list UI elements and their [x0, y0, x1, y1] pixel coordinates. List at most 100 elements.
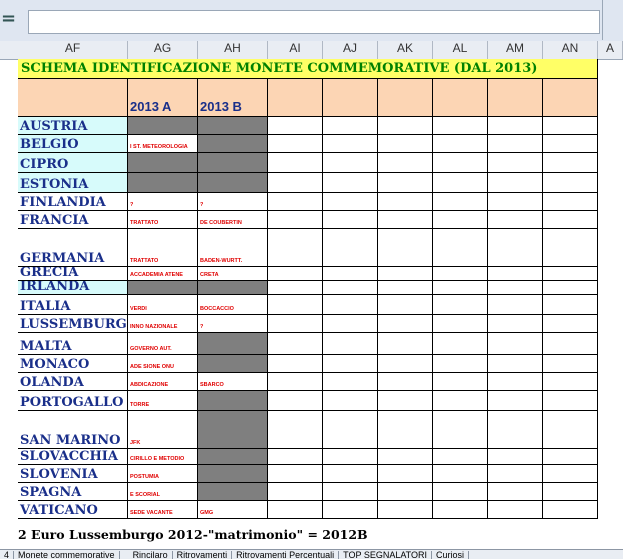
empty-cell[interactable]	[378, 135, 433, 153]
coin-b-cell[interactable]	[198, 135, 268, 153]
coin-a-cell[interactable]: ACCADEMIA ATENE	[128, 267, 198, 281]
empty-cell[interactable]	[323, 135, 378, 153]
empty-cell[interactable]	[378, 465, 433, 483]
country-cell[interactable]: AUSTRIA	[18, 117, 128, 135]
empty-cell[interactable]	[543, 373, 598, 391]
empty-cell[interactable]	[378, 117, 433, 135]
country-cell[interactable]: BELGIO	[18, 135, 128, 153]
empty-cell[interactable]	[488, 153, 543, 173]
header-empty-cell[interactable]	[433, 79, 488, 117]
empty-cell[interactable]	[543, 411, 598, 449]
empty-cell[interactable]	[543, 211, 598, 229]
empty-cell[interactable]	[433, 355, 488, 373]
empty-cell[interactable]	[378, 501, 433, 519]
country-cell[interactable]: CIPRO	[18, 153, 128, 173]
empty-cell[interactable]	[433, 135, 488, 153]
empty-cell[interactable]	[323, 355, 378, 373]
empty-cell[interactable]	[488, 281, 543, 295]
coin-b-cell[interactable]: BOCCACCIO	[198, 295, 268, 315]
column-header-ak[interactable]: AK	[378, 41, 433, 59]
header-empty-cell[interactable]	[268, 79, 323, 117]
empty-cell[interactable]	[488, 229, 543, 267]
empty-cell[interactable]	[268, 333, 323, 355]
coin-a-cell[interactable]	[128, 117, 198, 135]
empty-cell[interactable]	[268, 117, 323, 135]
empty-cell[interactable]	[433, 267, 488, 281]
coin-a-cell[interactable]	[128, 281, 198, 295]
country-cell[interactable]: MONACO	[18, 355, 128, 373]
sheet-title[interactable]: SCHEMA IDENTIFICAZIONE MONETE COMMEMORAT…	[18, 59, 598, 79]
country-cell[interactable]: SPAGNA	[18, 483, 128, 501]
country-cell[interactable]: GRECIA	[18, 267, 128, 281]
empty-cell[interactable]	[323, 173, 378, 193]
coin-a-cell[interactable]: INNO NAZIONALE	[128, 315, 198, 333]
column-header-af[interactable]: AF	[18, 41, 128, 59]
empty-cell[interactable]	[378, 355, 433, 373]
empty-cell[interactable]	[323, 411, 378, 449]
coin-b-cell[interactable]	[198, 153, 268, 173]
coin-b-cell[interactable]: CRETA	[198, 267, 268, 281]
empty-cell[interactable]	[543, 153, 598, 173]
empty-cell[interactable]	[543, 135, 598, 153]
coin-b-cell[interactable]: GMG	[198, 501, 268, 519]
empty-cell[interactable]	[433, 373, 488, 391]
empty-cell[interactable]	[378, 173, 433, 193]
empty-cell[interactable]	[323, 267, 378, 281]
empty-cell[interactable]	[378, 281, 433, 295]
column-header-am[interactable]: AM	[488, 41, 543, 59]
empty-cell[interactable]	[268, 449, 323, 465]
header-empty-cell[interactable]	[488, 79, 543, 117]
country-cell[interactable]: FRANCIA	[18, 211, 128, 229]
empty-cell[interactable]	[543, 315, 598, 333]
coin-b-cell[interactable]: DE COUBERTIN	[198, 211, 268, 229]
empty-cell[interactable]	[433, 391, 488, 411]
empty-cell[interactable]	[543, 333, 598, 355]
empty-cell[interactable]	[543, 449, 598, 465]
empty-cell[interactable]	[323, 315, 378, 333]
empty-cell[interactable]	[323, 483, 378, 501]
empty-cell[interactable]	[268, 281, 323, 295]
empty-cell[interactable]	[488, 193, 543, 211]
coin-a-cell[interactable]	[128, 173, 198, 193]
empty-cell[interactable]	[268, 153, 323, 173]
empty-cell[interactable]	[323, 465, 378, 483]
country-cell[interactable]: PORTOGALLO	[18, 391, 128, 411]
coin-b-cell[interactable]	[198, 355, 268, 373]
empty-cell[interactable]	[378, 153, 433, 173]
empty-cell[interactable]	[488, 501, 543, 519]
coin-b-cell[interactable]	[198, 281, 268, 295]
empty-cell[interactable]	[323, 211, 378, 229]
empty-cell[interactable]	[543, 229, 598, 267]
empty-cell[interactable]	[378, 333, 433, 355]
empty-cell[interactable]	[433, 117, 488, 135]
country-cell[interactable]: SLOVENIA	[18, 465, 128, 483]
empty-cell[interactable]	[488, 267, 543, 281]
coin-a-cell[interactable]: GOVERNO AUT.	[128, 333, 198, 355]
empty-cell[interactable]	[268, 501, 323, 519]
empty-cell[interactable]	[433, 229, 488, 267]
empty-cell[interactable]	[378, 483, 433, 501]
coin-b-cell[interactable]	[198, 449, 268, 465]
empty-cell[interactable]	[268, 483, 323, 501]
empty-cell[interactable]	[378, 211, 433, 229]
empty-cell[interactable]	[488, 117, 543, 135]
column-header-ah[interactable]: AH	[198, 41, 268, 59]
country-cell[interactable]: MALTA	[18, 333, 128, 355]
country-cell[interactable]: VATICANO	[18, 501, 128, 519]
coin-b-cell[interactable]	[198, 173, 268, 193]
empty-cell[interactable]	[323, 229, 378, 267]
empty-cell[interactable]	[433, 449, 488, 465]
empty-cell[interactable]	[268, 411, 323, 449]
empty-cell[interactable]	[323, 391, 378, 411]
empty-cell[interactable]	[433, 465, 488, 483]
coin-b-cell[interactable]	[198, 483, 268, 501]
empty-cell[interactable]	[433, 333, 488, 355]
empty-cell[interactable]	[323, 333, 378, 355]
empty-cell[interactable]	[378, 411, 433, 449]
empty-cell[interactable]	[268, 315, 323, 333]
empty-cell[interactable]	[378, 193, 433, 211]
header-empty-cell[interactable]	[323, 79, 378, 117]
coin-a-cell[interactable]	[128, 153, 198, 173]
country-cell[interactable]: ITALIA	[18, 295, 128, 315]
empty-cell[interactable]	[488, 373, 543, 391]
